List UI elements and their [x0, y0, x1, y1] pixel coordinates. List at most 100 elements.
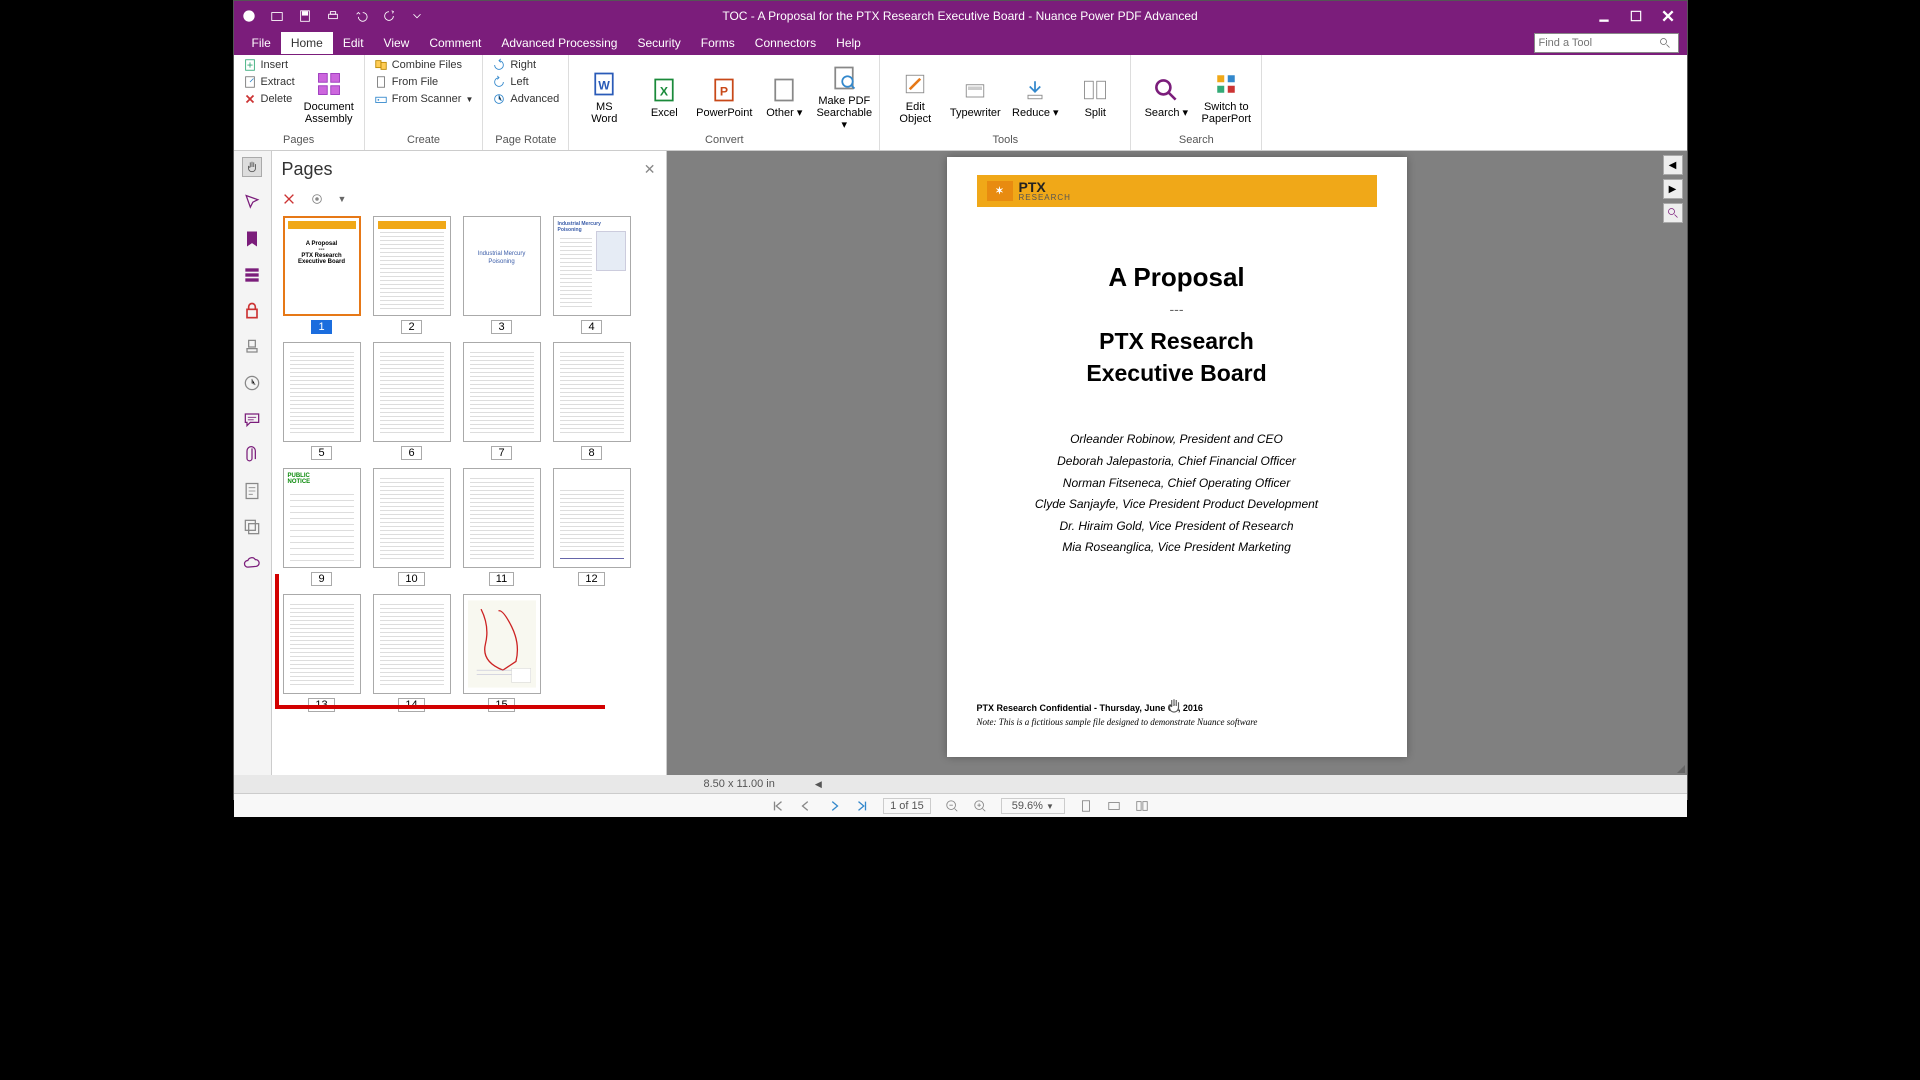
next-page-icon[interactable] [827, 799, 841, 813]
pages-panel-close[interactable]: ✕ [644, 161, 656, 178]
save-icon[interactable] [298, 9, 312, 23]
menubar: File Home Edit View Comment Advanced Pro… [234, 31, 1687, 55]
search-icon[interactable] [1659, 37, 1671, 49]
qat-dropdown-icon[interactable] [410, 9, 424, 23]
document-viewer[interactable]: ✶ PTX RESEARCH A Proposal --- PTX Resear… [667, 151, 1687, 775]
page-thumbnail[interactable]: PUBLIC NOTICE9 [280, 468, 364, 586]
ribbon-excel[interactable]: XExcel [635, 57, 693, 134]
page-thumbnail[interactable]: 8 [550, 342, 634, 460]
ribbon-paperport[interactable]: Switch to PaperPort [1197, 57, 1255, 134]
page-thumbnail[interactable]: 6 [370, 342, 454, 460]
page-thumbnail[interactable]: 15 [460, 594, 544, 712]
ribbon-split[interactable]: Split [1066, 57, 1124, 134]
ribbon-combine[interactable]: Combine Files [371, 57, 477, 73]
open-icon[interactable] [270, 9, 284, 23]
page-thumbnail[interactable]: 14 [370, 594, 454, 712]
zoom-level[interactable]: 59.6% ▼ [1001, 798, 1065, 814]
prev-page-icon[interactable] [799, 799, 813, 813]
page-thumbnail[interactable]: 13 [280, 594, 364, 712]
menu-file[interactable]: File [242, 32, 281, 54]
zoom-in-icon[interactable] [973, 799, 987, 813]
pages-icon[interactable] [242, 481, 262, 501]
ribbon-reduce[interactable]: Reduce ▾ [1006, 57, 1064, 134]
page-thumbnail[interactable]: 12 [550, 468, 634, 586]
panel-options-icon[interactable] [310, 192, 324, 206]
page-thumbnail[interactable]: 2 [370, 216, 454, 334]
menu-home[interactable]: Home [281, 32, 333, 54]
page-thumbnail[interactable]: Industrial Mercury Poisoning4 [550, 216, 634, 334]
fit-width-icon[interactable] [1107, 799, 1121, 813]
menu-help[interactable]: Help [826, 32, 871, 54]
last-page-icon[interactable] [855, 799, 869, 813]
menu-advanced[interactable]: Advanced Processing [491, 32, 627, 54]
attachments-icon[interactable] [242, 445, 262, 465]
document-page: ✶ PTX RESEARCH A Proposal --- PTX Resear… [947, 157, 1407, 757]
thumbnail-number: 13 [308, 698, 334, 712]
scroll-left-icon[interactable]: ◀ [1663, 155, 1683, 175]
ribbon-typewriter[interactable]: Typewriter [946, 57, 1004, 134]
menu-view[interactable]: View [374, 32, 420, 54]
menu-comment[interactable]: Comment [419, 32, 491, 54]
ribbon-rotate-left[interactable]: Left [489, 74, 562, 90]
ribbon-delete[interactable]: Delete [240, 91, 298, 107]
ribbon-ppt[interactable]: PPowerPoint [695, 57, 753, 134]
viewer-collapse-icon[interactable] [1677, 757, 1685, 773]
refresh-icon[interactable] [382, 9, 396, 23]
panel-dropdown-icon[interactable]: ▼ [338, 194, 347, 204]
ribbon-fromfile[interactable]: From File [371, 74, 477, 90]
first-page-icon[interactable] [771, 799, 785, 813]
panel-close-x-icon[interactable] [282, 192, 296, 206]
security-icon[interactable] [242, 301, 262, 321]
cloud-icon[interactable] [242, 553, 262, 573]
page-thumbnail[interactable]: 5 [280, 342, 364, 460]
executive-name: Deborah Jalepastoria, Chief Financial Of… [977, 451, 1377, 473]
page-thumbnail[interactable]: 11 [460, 468, 544, 586]
zoom-tool-icon[interactable] [1663, 203, 1683, 223]
ribbon-other[interactable]: Other ▾ [755, 57, 813, 134]
comments-icon[interactable] [242, 409, 262, 429]
ribbon-search[interactable]: Search ▾ [1137, 57, 1195, 134]
page-thumbnail[interactable]: 7 [460, 342, 544, 460]
ribbon-group-rotate: Right Left Advanced Page Rotate [483, 55, 569, 150]
undo-icon[interactable] [354, 9, 368, 23]
destinations-icon[interactable] [242, 265, 262, 285]
ribbon-fromscanner[interactable]: From Scanner ▼ [371, 91, 477, 107]
minimize-button[interactable] [1597, 9, 1611, 23]
ribbon-makepdf[interactable]: Make PDF Searchable ▾ [815, 57, 873, 134]
hscroll-left-icon[interactable]: ◀ [815, 779, 822, 790]
print-icon[interactable] [326, 9, 340, 23]
page-indicator[interactable]: 1 of 15 [883, 798, 931, 814]
layers-icon[interactable] [242, 517, 262, 537]
thumbnail-number: 8 [581, 446, 601, 460]
two-page-icon[interactable] [1135, 799, 1149, 813]
page-thumbnail[interactable]: 10 [370, 468, 454, 586]
ribbon-msword[interactable]: WMS Word [575, 57, 633, 134]
find-tool[interactable] [1534, 33, 1679, 53]
maximize-button[interactable] [1629, 9, 1643, 23]
ribbon-rotate-right[interactable]: Right [489, 57, 562, 73]
ribbon-rotate-advanced[interactable]: Advanced [489, 91, 562, 107]
ribbon-edit-object[interactable]: Edit Object [886, 57, 944, 134]
page-thumbnail[interactable]: Industrial Mercury Poisoning3 [460, 216, 544, 334]
ribbon-group-tools: Edit Object Typewriter Reduce ▾ Split To… [880, 55, 1131, 150]
hand-tool-icon[interactable] [242, 157, 262, 177]
ribbon-insert[interactable]: Insert [240, 57, 298, 73]
stamps-icon[interactable] [242, 337, 262, 357]
ribbon-group-pages: Insert Extract Delete Document Assembly … [234, 55, 365, 150]
select-tool-icon[interactable] [242, 193, 262, 213]
find-tool-input[interactable] [1539, 37, 1659, 49]
page-thumbnail[interactable]: A Proposal---PTX ResearchExecutive Board… [280, 216, 364, 334]
history-icon[interactable] [242, 373, 262, 393]
ribbon-document-assembly[interactable]: Document Assembly [300, 57, 358, 134]
fit-page-icon[interactable] [1079, 799, 1093, 813]
zoom-out-icon[interactable] [945, 799, 959, 813]
bookmarks-icon[interactable] [242, 229, 262, 249]
menu-edit[interactable]: Edit [333, 32, 374, 54]
menu-security[interactable]: Security [627, 32, 690, 54]
app-icon [242, 9, 256, 23]
ribbon-extract[interactable]: Extract [240, 74, 298, 90]
menu-forms[interactable]: Forms [691, 32, 745, 54]
close-button[interactable] [1661, 9, 1675, 23]
scroll-right-icon[interactable]: ▶ [1663, 179, 1683, 199]
menu-connectors[interactable]: Connectors [745, 32, 826, 54]
